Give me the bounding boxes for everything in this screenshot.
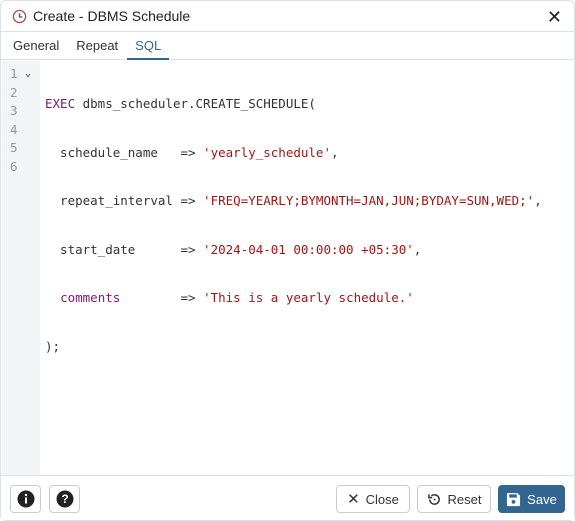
code-line: schedule_name => 'yearly_schedule', [45,144,339,160]
dialog-footer: ? ✕ Close Reset Save [1,475,574,520]
info-icon [17,490,34,508]
info-button[interactable] [10,485,41,513]
svg-text:?: ? [61,492,68,506]
line-number: 3 [10,103,18,118]
fold-chevron-icon[interactable]: ⌄ [25,65,31,84]
save-icon [507,492,521,506]
tab-sql[interactable]: SQL [127,32,170,60]
help-button[interactable]: ? [49,485,80,513]
help-icon: ? [56,490,73,508]
clock-icon [12,9,27,23]
reset-button[interactable]: Reset [417,485,491,513]
tab-bar: General Repeat SQL [1,32,574,60]
reset-icon [427,493,440,505]
sql-editor[interactable]: 1 ⌄ 2 3 4 5 6 EXEC dbms_scheduler.CREATE_… [2,61,573,475]
line-number: 2 [10,84,18,100]
close-icon[interactable]: ✕ [547,7,562,28]
code-line: repeat_interval => 'FREQ=YEARLY;BYMONTH=… [45,193,542,208]
dialog-title: Create - DBMS Schedule [33,8,191,24]
line-number: 5 [10,140,18,155]
save-button[interactable]: Save [498,485,565,513]
code-line: start_date => '2024-04-01 00:00:00 +05:3… [45,241,422,257]
code-line: EXEC dbms_scheduler.CREATE_SCHEDULE( [45,96,316,111]
close-button[interactable]: ✕ Close [336,485,410,513]
dbms-schedule-dialog: Create - DBMS Schedule ✕ General Repeat … [0,0,575,521]
code-line: ); [45,338,61,354]
code-line: comments => 'This is a yearly schedule.' [60,290,414,305]
line-number: 4 [10,121,18,137]
tab-general[interactable]: General [5,32,67,59]
dialog-titlebar[interactable]: Create - DBMS Schedule ✕ [1,1,574,32]
close-x-icon: ✕ [347,491,360,508]
tab-repeat[interactable]: Repeat [68,32,126,59]
line-number: 6 [10,158,18,174]
line-number: 1 ⌄ [2,65,40,84]
line-gutter: 1 ⌄ 2 3 4 5 6 [2,61,40,475]
code-area[interactable]: EXEC dbms_scheduler.CREATE_SCHEDULE( sch… [40,61,573,475]
